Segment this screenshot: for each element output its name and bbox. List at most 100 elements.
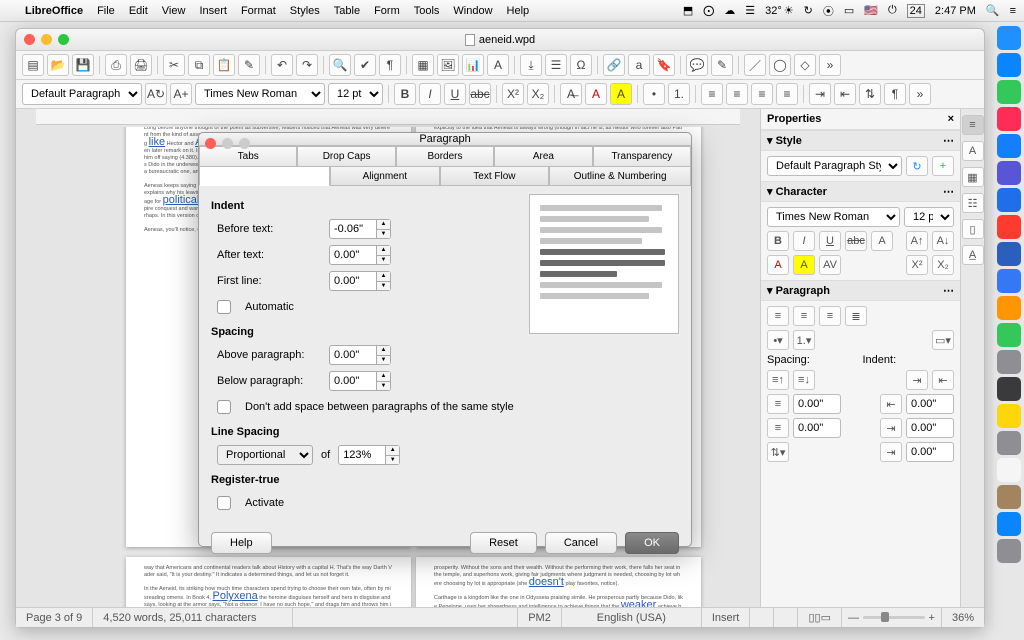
decrease-indent-button[interactable]: ⇤ — [834, 83, 856, 105]
font-size-select[interactable]: 12 pt — [328, 83, 383, 105]
clone-format-button[interactable]: ✎ — [238, 54, 260, 76]
tab-tabs[interactable]: Tabs — [199, 146, 297, 166]
sidebar-highlight-button[interactable]: A — [793, 255, 815, 275]
superscript-button[interactable]: X² — [502, 83, 524, 105]
dock-app-icon[interactable] — [997, 458, 1021, 482]
dock-app-icon[interactable] — [997, 485, 1021, 509]
menu-file[interactable]: File — [90, 5, 122, 17]
status-page[interactable]: Page 3 of 9 — [16, 608, 93, 627]
dock-app-icon[interactable] — [997, 269, 1021, 293]
bookmark-button[interactable]: 🔖 — [653, 54, 675, 76]
align-right-button[interactable]: ≡ — [751, 83, 773, 105]
tab-alignment[interactable]: Alignment — [330, 166, 440, 186]
sidebar-font-color-button[interactable]: A — [767, 255, 789, 275]
menu-tools[interactable]: Tools — [407, 5, 447, 17]
chart-button[interactable]: 📊 — [462, 54, 484, 76]
status-language[interactable]: English (USA) — [562, 608, 702, 627]
find-button[interactable]: 🔍 — [329, 54, 351, 76]
status-selection-mode[interactable] — [750, 608, 774, 627]
sidebar-tab-styles-icon[interactable]: A — [962, 141, 984, 161]
tab-area[interactable]: Area — [494, 146, 592, 166]
help-button[interactable]: Help — [211, 532, 272, 554]
subscript-button[interactable]: X₂ — [527, 83, 549, 105]
sidebar-grow-font-button[interactable]: A↑ — [906, 231, 928, 251]
sidebar-subscript-button[interactable]: X₂ — [932, 255, 954, 275]
before-text-stepper[interactable]: ▲▼ — [377, 219, 391, 239]
tab-transparency[interactable]: Transparency — [593, 146, 691, 166]
export-pdf-button[interactable]: ⎙ — [105, 54, 127, 76]
sidebar-font-select[interactable]: Times New Roman — [767, 207, 900, 227]
sidebar-spacing-button[interactable]: AV — [819, 255, 841, 275]
tab-dropcaps[interactable]: Drop Caps — [297, 146, 395, 166]
image-button[interactable]: 🖼 — [437, 54, 459, 76]
status-stack-icon[interactable]: ☰ — [745, 4, 755, 17]
section-paragraph-head[interactable]: Paragraph — [776, 285, 830, 297]
align-right-button[interactable]: ≡ — [819, 306, 841, 326]
comment-button[interactable]: 💬 — [686, 54, 708, 76]
menu-window[interactable]: Window — [446, 5, 499, 17]
bold-button[interactable]: B — [394, 83, 416, 105]
inc-para-spacing-button[interactable]: ≡↑ — [767, 370, 789, 390]
highlight-button[interactable]: A — [610, 83, 632, 105]
status-search-icon[interactable]: 🔍 — [986, 4, 1000, 17]
more-icon[interactable]: » — [819, 54, 841, 76]
status-pagestyle[interactable]: PM2 — [518, 608, 562, 627]
dock-app-icon[interactable] — [997, 512, 1021, 536]
menu-form[interactable]: Form — [367, 5, 407, 17]
status-battery-icon[interactable]: ▭ — [844, 4, 854, 17]
sidebar-bold-button[interactable]: B — [767, 231, 789, 251]
sidebar-underline-button[interactable]: U — [819, 231, 841, 251]
status-wordcount[interactable]: 4,520 words, 25,011 characters — [93, 608, 293, 627]
align-left-button[interactable]: ≡ — [701, 83, 723, 105]
dock-app-icon[interactable] — [997, 134, 1021, 158]
new-button[interactable]: ▤ — [22, 54, 44, 76]
underline-button[interactable]: U — [444, 83, 466, 105]
above-spacing-input[interactable] — [793, 394, 841, 414]
status-flag-icon[interactable]: 🇺🇸 — [864, 4, 878, 17]
paste-button[interactable]: 📋 — [213, 54, 235, 76]
tab-textflow[interactable]: Text Flow — [440, 166, 550, 186]
dock-app-icon[interactable] — [997, 53, 1021, 77]
table-button[interactable]: ▦ — [412, 54, 434, 76]
spellcheck-button[interactable]: ✔ — [354, 54, 376, 76]
tab-borders[interactable]: Borders — [396, 146, 494, 166]
font-name-select[interactable]: Times New Roman — [195, 83, 325, 105]
ok-button[interactable]: OK — [625, 532, 679, 554]
numbering-button[interactable]: 1. — [668, 83, 690, 105]
status-date[interactable]: 24 — [907, 4, 925, 18]
redo-button[interactable]: ↷ — [296, 54, 318, 76]
first-line-indent-input[interactable] — [906, 442, 954, 462]
menu-format[interactable]: Format — [234, 5, 283, 17]
update-style-icon[interactable]: ↻ — [906, 156, 928, 176]
textbox-button[interactable]: A — [487, 54, 509, 76]
status-menu-icon[interactable]: ≡ — [1010, 5, 1016, 17]
footnote-button[interactable]: a — [628, 54, 650, 76]
special-char-button[interactable]: Ω — [570, 54, 592, 76]
status-power-icon[interactable]: ⏻ — [888, 4, 897, 17]
align-justify-button[interactable]: ≡ — [776, 83, 798, 105]
status-bluetooth-icon[interactable]: ⨀ — [703, 4, 714, 17]
first-line-stepper[interactable]: ▲▼ — [377, 271, 391, 291]
status-cloud-icon[interactable]: ☁ — [724, 4, 735, 17]
more-formatting-icon[interactable]: » — [909, 83, 931, 105]
italic-button[interactable]: I — [419, 83, 441, 105]
zoom-slider[interactable]: — + — [842, 608, 942, 627]
menu-table[interactable]: Table — [327, 5, 367, 17]
increase-indent-button[interactable]: ⇥ — [809, 83, 831, 105]
line-spacing-select[interactable]: Proportional — [217, 445, 313, 465]
status-wifi-icon[interactable]: ⦿ — [823, 3, 834, 19]
clear-format-button[interactable]: A̶ — [560, 83, 582, 105]
sidebar-italic-button[interactable]: I — [793, 231, 815, 251]
dont-add-space-checkbox[interactable] — [217, 400, 231, 414]
line-spacing-stepper[interactable]: ▲▼ — [386, 445, 400, 465]
dock-app-icon[interactable] — [997, 296, 1021, 320]
align-center-button[interactable]: ≡ — [726, 83, 748, 105]
para-spacing-button[interactable]: ¶ — [884, 83, 906, 105]
above-paragraph-stepper[interactable]: ▲▼ — [377, 345, 391, 365]
align-justify-button[interactable]: ≣ — [845, 306, 867, 326]
menu-help[interactable]: Help — [500, 5, 537, 17]
cancel-button[interactable]: Cancel — [545, 532, 617, 554]
below-spacing-input[interactable] — [793, 418, 841, 438]
right-indent-input[interactable] — [906, 418, 954, 438]
line-spacing-value-input[interactable] — [338, 445, 386, 465]
